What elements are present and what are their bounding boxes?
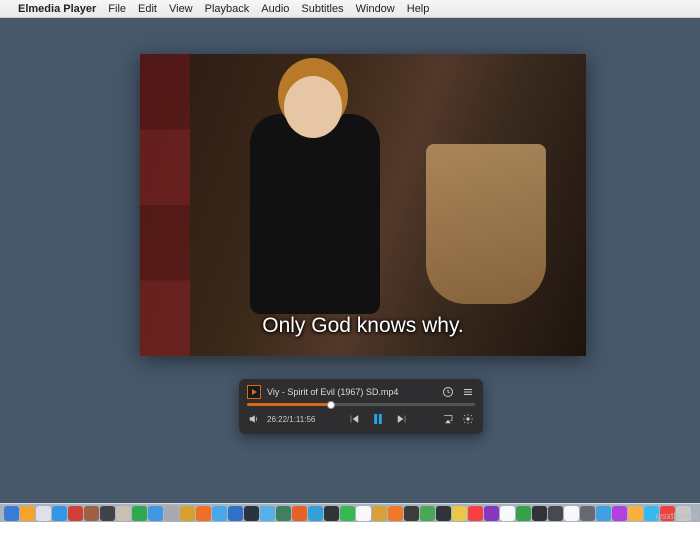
dock-app-28[interactable] [452,506,467,521]
dock-app-37[interactable] [596,506,611,521]
progress-thumb[interactable] [327,401,335,409]
dock-app-25[interactable] [404,506,419,521]
dock-app-27[interactable] [436,506,451,521]
pause-button[interactable] [371,412,385,426]
dock-app-38[interactable] [612,506,627,521]
airplay-icon[interactable] [441,412,455,426]
time-display: 26:22/1:11:56 [267,415,315,424]
dock-app-4[interactable] [68,506,83,521]
dock-app-35[interactable] [564,506,579,521]
menu-view[interactable]: View [169,3,193,15]
playlist-icon[interactable] [461,385,475,399]
settings-icon[interactable] [461,412,475,426]
dock-app-23[interactable] [372,506,387,521]
menu-audio[interactable]: Audio [261,3,289,15]
dock-app-18[interactable] [292,506,307,521]
dock-app-3[interactable] [52,506,67,521]
media-title: Viy - Spirit of Evil (1967) SD.mp4 [267,387,435,397]
video-content [140,54,586,356]
menu-help[interactable]: Help [407,3,430,15]
history-icon[interactable] [441,385,455,399]
dock-app-13[interactable] [212,506,227,521]
next-button[interactable] [395,412,409,426]
dock-app-10[interactable] [164,506,179,521]
dock-app-15[interactable] [244,506,259,521]
dock-app-32[interactable] [516,506,531,521]
dock-app-31[interactable] [500,506,515,521]
dock-app-5[interactable] [84,506,99,521]
menu-bar: Elmedia Player File Edit View Playback A… [0,0,700,18]
dock-app-26[interactable] [420,506,435,521]
dock-app-17[interactable] [276,506,291,521]
dock-app-39[interactable] [628,506,643,521]
dock-app-34[interactable] [548,506,563,521]
dock-app-30[interactable] [484,506,499,521]
dock-app-29[interactable] [468,506,483,521]
dock-app-21[interactable] [340,506,355,521]
desktop: Only God knows why. Viy - Spirit of Evil… [0,18,700,522]
menu-window[interactable]: Window [356,3,395,15]
dock [0,503,700,522]
menu-playback[interactable]: Playback [205,3,250,15]
dock-app-22[interactable] [356,506,371,521]
dock-app-12[interactable] [196,506,211,521]
progress-fill [247,403,331,406]
menu-file[interactable]: File [108,3,126,15]
dock-app-16[interactable] [260,506,275,521]
dock-app-36[interactable] [580,506,595,521]
app-menu[interactable]: Elmedia Player [18,3,96,15]
dock-app-24[interactable] [388,506,403,521]
dock-app-6[interactable] [100,506,115,521]
previous-button[interactable] [347,412,361,426]
dock-app-8[interactable] [132,506,147,521]
dock-app-1[interactable] [20,506,35,521]
dock-app-14[interactable] [228,506,243,521]
dock-app-0[interactable] [4,506,19,521]
dock-app-33[interactable] [532,506,547,521]
watermark: wsxth.com [655,511,698,521]
dock-app-20[interactable] [324,506,339,521]
volume-icon[interactable] [247,412,261,426]
dock-app-11[interactable] [180,506,195,521]
menu-subtitles[interactable]: Subtitles [301,3,343,15]
subtitle-text: Only God knows why. [140,314,586,338]
dock-app-2[interactable] [36,506,51,521]
video-window[interactable]: Only God knows why. [140,54,586,356]
dock-app-19[interactable] [308,506,323,521]
menu-edit[interactable]: Edit [138,3,157,15]
dock-app-7[interactable] [116,506,131,521]
player-controls: Viy - Spirit of Evil (1967) SD.mp4 26:22… [239,379,483,434]
progress-bar[interactable] [247,403,475,406]
dock-app-9[interactable] [148,506,163,521]
video-figure [250,114,380,314]
app-icon [247,385,261,399]
